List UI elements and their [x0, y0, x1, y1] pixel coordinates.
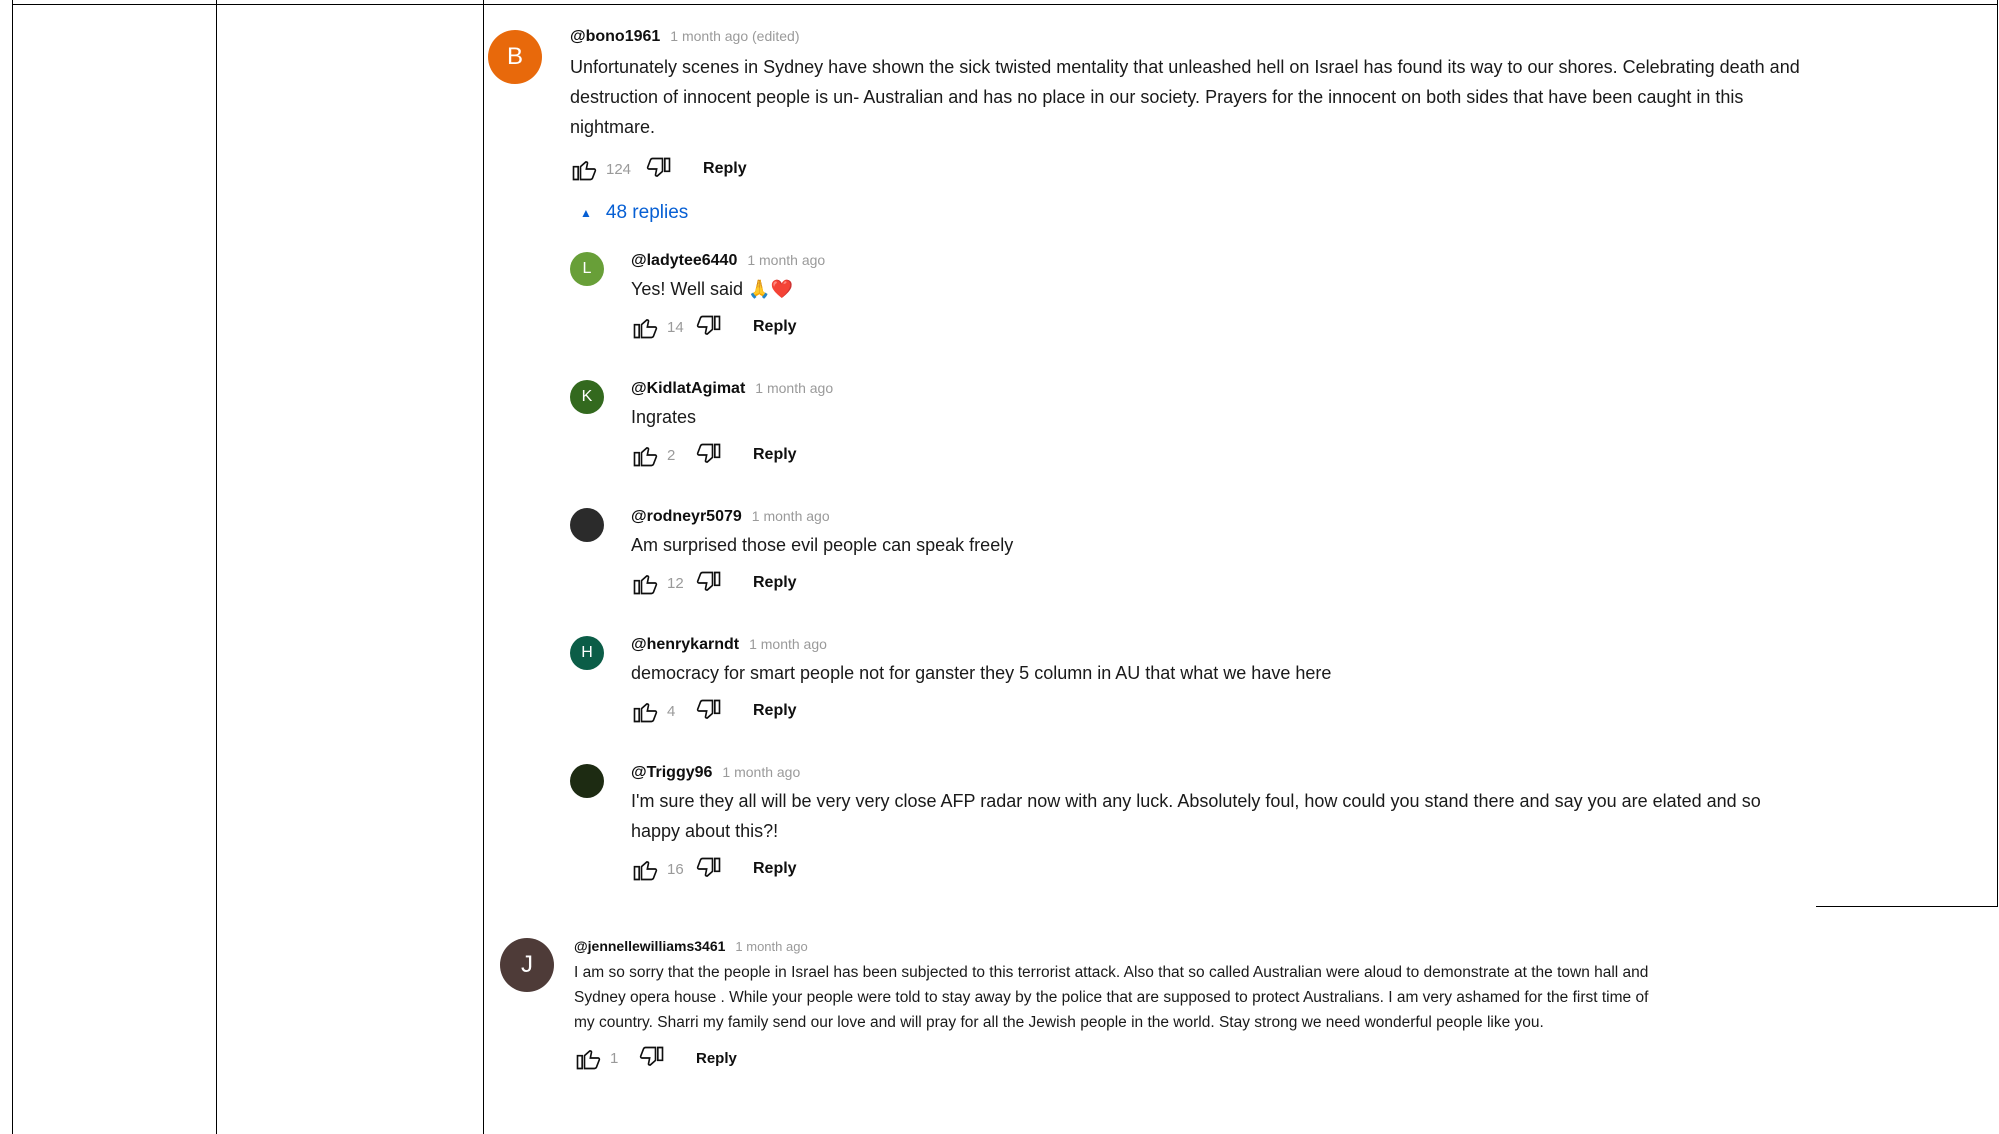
comment-author[interactable]: @rodneyr5079	[631, 508, 742, 526]
comment-timestamp[interactable]: 1 month ago	[752, 508, 830, 524]
comment-header: @henrykarndt 1 month ago	[631, 636, 1811, 654]
table-row-divider	[1816, 906, 1998, 907]
avatar-letter: H	[581, 644, 593, 661]
comment-header: @Triggy96 1 month ago	[631, 764, 1811, 782]
comment-header: @rodneyr5079 1 month ago	[631, 508, 1811, 526]
comment-timestamp[interactable]: 1 month ago	[747, 252, 825, 268]
comment-thread: B @bono1961 1 month ago (edited) Unfortu…	[484, 0, 1814, 1134]
comment-actions: 1 Reply	[574, 1043, 1654, 1073]
like-count: 14	[667, 318, 684, 336]
like-count: 16	[667, 860, 684, 878]
comment-text: Yes! Well said 🙏❤️	[631, 279, 793, 299]
dislike-icon[interactable]	[695, 697, 723, 725]
like-icon[interactable]	[574, 1044, 602, 1072]
avatar-letter: K	[581, 388, 593, 405]
like-count: 2	[667, 446, 676, 464]
comment-text: Am surprised those evil people can speak…	[631, 535, 1014, 555]
like-count: 1	[610, 1049, 619, 1067]
comment-timestamp[interactable]: 1 month ago	[749, 636, 827, 652]
avatar[interactable]: K	[570, 380, 604, 414]
reply-button[interactable]: Reply	[753, 318, 797, 336]
comment-text: Unfortunately scenes in Sydney have show…	[570, 57, 1800, 137]
comment-actions: 16 Reply	[631, 854, 1811, 884]
comment-header: @jennellewilliams3461 1 month ago	[574, 938, 1654, 954]
avatar[interactable]: L	[570, 252, 604, 286]
comment-header: @bono1961 1 month ago (edited)	[570, 28, 1810, 46]
like-icon[interactable]	[631, 855, 659, 883]
caret-up-icon: ▲	[580, 206, 592, 220]
like-icon[interactable]	[631, 697, 659, 725]
comment-author[interactable]: @ladytee6440	[631, 252, 737, 270]
comment-author[interactable]: @henrykarndt	[631, 636, 739, 654]
dislike-icon[interactable]	[695, 569, 723, 597]
comment-text: I'm sure they all will be very very clos…	[631, 791, 1761, 841]
comment-text: democracy for smart people not for ganst…	[631, 663, 1332, 683]
like-icon[interactable]	[631, 569, 659, 597]
comment-text: I am so sorry that the people in Israel …	[574, 964, 1649, 1031]
table-border-left	[12, 0, 13, 1134]
reply-button[interactable]: Reply	[753, 446, 797, 464]
comment-actions: 4 Reply	[631, 696, 1811, 726]
avatar[interactable]: J	[500, 938, 554, 992]
comment-header: @ladytee6440 1 month ago	[631, 252, 1811, 270]
reply-button[interactable]: Reply	[753, 574, 797, 592]
avatar[interactable]: H	[570, 636, 604, 670]
comment-timestamp[interactable]: 1 month ago	[722, 764, 800, 780]
like-icon[interactable]	[631, 441, 659, 469]
table-divider-1	[216, 0, 217, 1134]
comment-text: Ingrates	[631, 407, 697, 427]
dislike-icon[interactable]	[695, 313, 723, 341]
like-count: 12	[667, 574, 684, 592]
replies-toggle-label: 48 replies	[605, 202, 689, 223]
like-count: 124	[606, 160, 632, 178]
comment-timestamp[interactable]: 1 month ago	[755, 380, 833, 396]
comment-actions: 124 Reply	[570, 154, 1810, 184]
comment-actions: 2 Reply	[631, 440, 1811, 470]
reply-button[interactable]: Reply	[753, 860, 797, 878]
comment-author[interactable]: @KidlatAgimat	[631, 380, 745, 398]
replies-toggle[interactable]: ▲ 48 replies	[580, 202, 1810, 224]
avatar[interactable]: B	[488, 30, 542, 84]
like-icon[interactable]	[631, 313, 659, 341]
reply-button[interactable]: Reply	[753, 702, 797, 720]
avatar[interactable]	[570, 764, 604, 798]
avatar-letter: L	[582, 260, 592, 277]
avatar[interactable]	[570, 508, 604, 542]
comment-header: @KidlatAgimat 1 month ago	[631, 380, 1811, 398]
comment-author[interactable]: @bono1961	[570, 28, 660, 46]
comment-actions: 14 Reply	[631, 312, 1811, 342]
comment-timestamp[interactable]: 1 month ago	[735, 939, 807, 954]
reply-button[interactable]: Reply	[696, 1050, 737, 1067]
dislike-icon[interactable]	[645, 155, 673, 183]
avatar-letter: J	[521, 951, 533, 978]
like-icon[interactable]	[570, 155, 598, 183]
reply-button[interactable]: Reply	[703, 160, 747, 178]
comment-author[interactable]: @Triggy96	[631, 764, 712, 782]
dislike-icon[interactable]	[638, 1044, 666, 1072]
comment-author[interactable]: @jennellewilliams3461	[574, 938, 725, 954]
avatar-letter: B	[506, 43, 523, 70]
like-count: 4	[667, 702, 676, 720]
comment-actions: 12 Reply	[631, 568, 1811, 598]
table-border-right	[1997, 0, 1998, 907]
dislike-icon[interactable]	[695, 441, 723, 469]
dislike-icon[interactable]	[695, 855, 723, 883]
comment-timestamp[interactable]: 1 month ago (edited)	[670, 28, 799, 44]
